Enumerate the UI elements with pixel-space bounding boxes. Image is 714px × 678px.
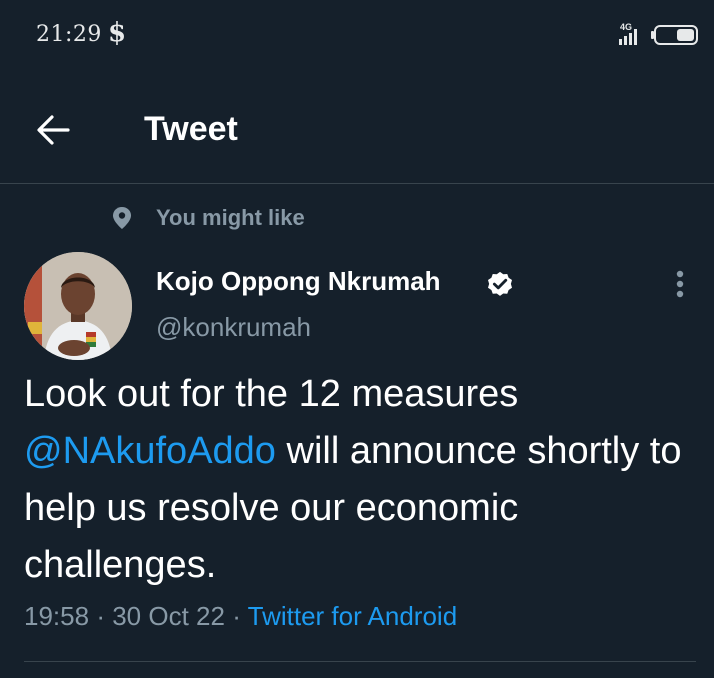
battery-icon [651, 25, 698, 45]
divider [24, 661, 696, 662]
source-link[interactable]: Twitter for Android [248, 601, 458, 631]
recommendation-context: You might like [112, 204, 305, 232]
status-time: 21:29 [36, 22, 102, 47]
status-bar: 21:29 $ 4G [0, 0, 714, 72]
app-header: Tweet [0, 72, 714, 184]
avatar[interactable] [24, 252, 132, 360]
arrow-left-icon [37, 115, 70, 145]
tweet-time: 19:58 [24, 601, 90, 631]
separator: · [96, 601, 105, 631]
mention-link[interactable]: @NAkufoAddo [24, 430, 276, 472]
back-button[interactable] [30, 110, 78, 150]
page-title: Tweet [144, 110, 238, 148]
more-vertical-icon [676, 270, 684, 298]
tweet-metadata: 19:58 · 30 Oct 22 · Twitter for Android [24, 601, 457, 632]
tweet-text-part-1: Look out for the 12 measures [24, 373, 519, 415]
dollar-icon: $ [108, 18, 127, 48]
signal-bars-icon: 4G [619, 22, 637, 45]
author-display-name[interactable]: Kojo Oppong Nkrumah [156, 266, 441, 297]
tweet-date: 30 Oct 22 [112, 601, 225, 631]
author-handle[interactable]: @konkrumah [156, 312, 311, 343]
avatar-image [24, 252, 132, 360]
separator: · [232, 601, 241, 631]
context-label: You might like [156, 205, 305, 230]
network-type-label: 4G [620, 22, 632, 32]
tweet-text: Look out for the 12 measures @NAkufoAddo… [24, 366, 694, 594]
more-options-button[interactable] [664, 266, 696, 306]
location-pin-icon [113, 207, 131, 229]
verified-badge-icon [488, 271, 512, 296]
